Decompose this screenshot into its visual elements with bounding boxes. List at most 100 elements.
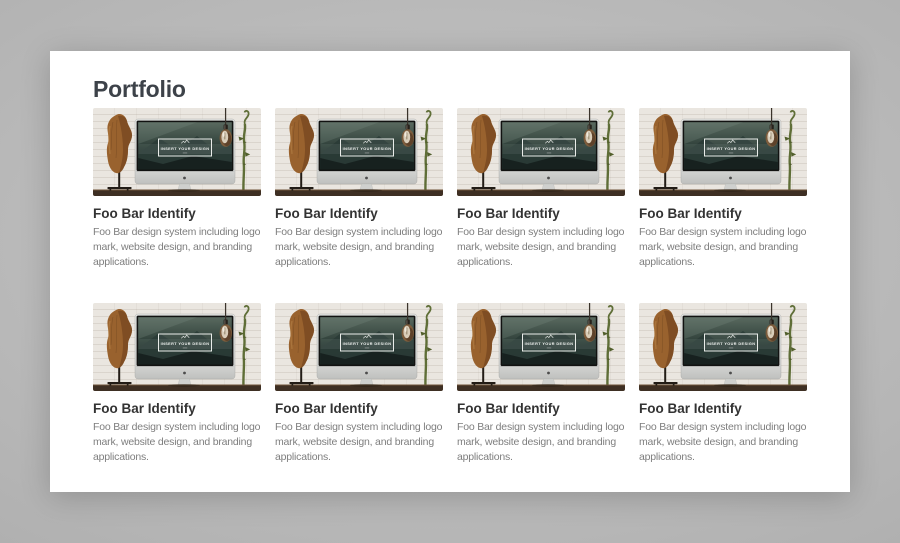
imac-desk-photo: INSERT YOUR DESIGN [457,303,625,391]
apple-logo-icon [365,177,368,180]
portfolio-thumbnail[interactable]: INSERT YOUR DESIGN [639,108,807,196]
desk-shelf [275,384,443,391]
imac-desk-photo: INSERT YOUR DESIGN [275,108,443,196]
portfolio-thumbnail[interactable]: INSERT YOUR DESIGN [93,108,261,196]
screen-placeholder-box: INSERT YOUR DESIGN [705,334,758,351]
portfolio-card[interactable]: INSERT YOUR DESIGN [275,303,443,465]
portfolio-card[interactable]: INSERT YOUR DESIGN [93,108,261,270]
portfolio-item-title[interactable]: Foo Bar Identify [93,400,261,417]
driftwood-sculpture-icon [107,114,132,191]
imac-computer: INSERT YOUR DESIGN [135,119,235,190]
bamboo-plant-icon [785,111,797,192]
screen-placeholder-text: INSERT YOUR DESIGN [707,342,756,346]
apple-logo-icon [183,177,186,180]
driftwood-sculpture-icon [107,309,132,386]
imac-screen: INSERT YOUR DESIGN [138,122,232,169]
portfolio-card[interactable]: INSERT YOUR DESIGN [639,108,807,270]
portfolio-item-title[interactable]: Foo Bar Identify [639,205,807,222]
apple-logo-icon [183,372,186,375]
imac-stand [360,379,373,385]
portfolio-thumbnail[interactable]: INSERT YOUR DESIGN [275,108,443,196]
screen-placeholder-text: INSERT YOUR DESIGN [161,342,210,346]
imac-screen: INSERT YOUR DESIGN [502,317,596,364]
portfolio-item-title[interactable]: Foo Bar Identify [457,205,625,222]
bamboo-plant-icon [785,306,797,387]
bamboo-plant-icon [421,111,433,192]
portfolio-thumbnail[interactable]: INSERT YOUR DESIGN [457,303,625,391]
bamboo-plant-icon [603,306,615,387]
imac-stand [724,379,737,385]
desk-shelf [639,384,807,391]
bamboo-plant-icon [239,306,251,387]
imac-desk-photo: INSERT YOUR DESIGN [457,108,625,196]
portfolio-thumbnail[interactable]: INSERT YOUR DESIGN [457,108,625,196]
screen-placeholder-text: INSERT YOUR DESIGN [343,147,392,151]
page-title: Portfolio [93,76,807,103]
imac-screen: INSERT YOUR DESIGN [320,317,414,364]
portfolio-item-title[interactable]: Foo Bar Identify [275,205,443,222]
portfolio-grid: INSERT YOUR DESIGN [93,108,807,465]
apple-logo-icon [729,372,732,375]
bamboo-plant-icon [603,111,615,192]
desk-shelf [639,189,807,196]
portfolio-card[interactable]: INSERT YOUR DESIGN [275,108,443,270]
imac-desk-photo: INSERT YOUR DESIGN [639,108,807,196]
driftwood-sculpture-icon [653,114,678,191]
screen-placeholder-box: INSERT YOUR DESIGN [705,139,758,156]
portfolio-panel: Portfolio [50,51,850,492]
portfolio-thumbnail[interactable]: INSERT YOUR DESIGN [93,303,261,391]
portfolio-item-description: Foo Bar design system including logo mar… [639,420,807,465]
imac-stand [178,379,191,385]
screen-placeholder-box: INSERT YOUR DESIGN [341,139,394,156]
portfolio-item-title[interactable]: Foo Bar Identify [457,400,625,417]
portfolio-item-description: Foo Bar design system including logo mar… [93,420,261,465]
apple-logo-icon [547,372,550,375]
imac-screen: INSERT YOUR DESIGN [502,122,596,169]
portfolio-item-description: Foo Bar design system including logo mar… [457,420,625,465]
screen-placeholder-text: INSERT YOUR DESIGN [525,147,574,151]
bamboo-plant-icon [421,306,433,387]
desk-shelf [275,189,443,196]
portfolio-item-title[interactable]: Foo Bar Identify [93,205,261,222]
portfolio-thumbnail[interactable]: INSERT YOUR DESIGN [275,303,443,391]
imac-computer: INSERT YOUR DESIGN [681,314,781,385]
driftwood-sculpture-icon [289,309,314,386]
screen-placeholder-text: INSERT YOUR DESIGN [161,147,210,151]
apple-logo-icon [729,177,732,180]
portfolio-card[interactable]: INSERT YOUR DESIGN [93,303,261,465]
imac-desk-photo: INSERT YOUR DESIGN [275,303,443,391]
bamboo-plant-icon [239,111,251,192]
driftwood-sculpture-icon [653,309,678,386]
portfolio-item-description: Foo Bar design system including logo mar… [275,225,443,270]
driftwood-sculpture-icon [471,309,496,386]
portfolio-item-title[interactable]: Foo Bar Identify [639,400,807,417]
screen-placeholder-text: INSERT YOUR DESIGN [707,147,756,151]
portfolio-item-description: Foo Bar design system including logo mar… [457,225,625,270]
imac-screen: INSERT YOUR DESIGN [320,122,414,169]
imac-desk-photo: INSERT YOUR DESIGN [93,108,261,196]
desk-shelf [93,384,261,391]
screen-placeholder-text: INSERT YOUR DESIGN [525,342,574,346]
portfolio-item-title[interactable]: Foo Bar Identify [275,400,443,417]
portfolio-item-description: Foo Bar design system including logo mar… [639,225,807,270]
imac-computer: INSERT YOUR DESIGN [499,314,599,385]
imac-computer: INSERT YOUR DESIGN [317,119,417,190]
screen-placeholder-box: INSERT YOUR DESIGN [523,334,576,351]
portfolio-card[interactable]: INSERT YOUR DESIGN [639,303,807,465]
screen-placeholder-box: INSERT YOUR DESIGN [341,334,394,351]
portfolio-thumbnail[interactable]: INSERT YOUR DESIGN [639,303,807,391]
imac-computer: INSERT YOUR DESIGN [499,119,599,190]
imac-stand [724,184,737,190]
apple-logo-icon [547,177,550,180]
portfolio-item-description: Foo Bar design system including logo mar… [275,420,443,465]
imac-computer: INSERT YOUR DESIGN [317,314,417,385]
imac-desk-photo: INSERT YOUR DESIGN [639,303,807,391]
portfolio-card[interactable]: INSERT YOUR DESIGN [457,303,625,465]
desk-shelf [457,189,625,196]
screen-placeholder-box: INSERT YOUR DESIGN [159,334,212,351]
portfolio-card[interactable]: INSERT YOUR DESIGN [457,108,625,270]
imac-computer: INSERT YOUR DESIGN [681,119,781,190]
portfolio-item-description: Foo Bar design system including logo mar… [93,225,261,270]
imac-screen: INSERT YOUR DESIGN [138,317,232,364]
desk-shelf [93,189,261,196]
